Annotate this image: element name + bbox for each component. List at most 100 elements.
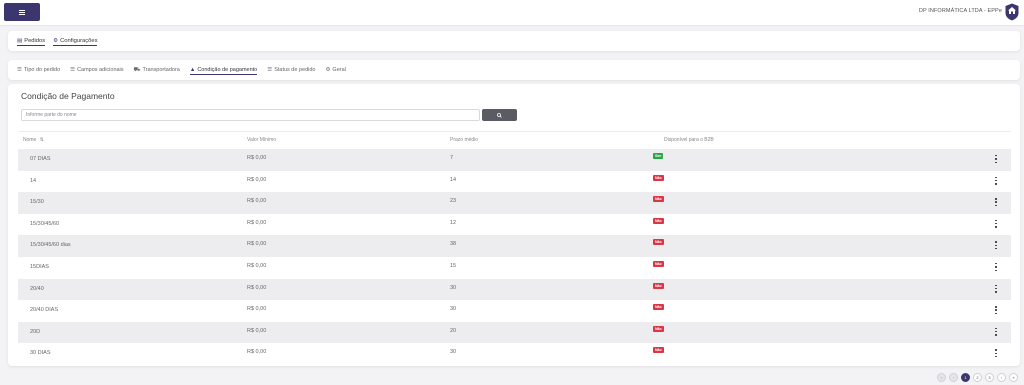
- tab-configuracoes[interactable]: ⚙ Configurações: [53, 31, 98, 51]
- row-actions-icon[interactable]: [994, 155, 998, 163]
- cell-valor-minimo: R$ 0,00: [247, 241, 267, 248]
- status-badge: Não: [653, 304, 664, 311]
- tab-pedidos[interactable]: ▤ Pedidos: [17, 31, 46, 51]
- row-actions-icon[interactable]: [994, 176, 998, 185]
- truck-icon: ⛟: [133, 66, 141, 73]
- page-title: Condição de Pagamento: [21, 91, 115, 101]
- row-actions-icon[interactable]: [994, 327, 998, 336]
- row-actions-icon[interactable]: [994, 219, 998, 228]
- cell-nome: 15/30/45/60 dias: [30, 242, 71, 249]
- document-icon: ▤: [17, 38, 23, 44]
- status-badge: Não: [653, 325, 664, 332]
- pagination: « ‹ 1 2 3 › »: [937, 373, 1018, 382]
- cell-prazo-medio: 23: [450, 198, 457, 205]
- row-actions-icon[interactable]: [994, 241, 998, 250]
- gear-icon: ⚙: [325, 67, 331, 73]
- status-badge: Não: [653, 196, 664, 203]
- page-1-button[interactable]: 1: [961, 373, 970, 382]
- table-row[interactable]: 20D R$ 0,00 20 Não: [18, 321, 1011, 344]
- cell-prazo-medio: 14: [450, 176, 457, 183]
- search-icon: [497, 112, 502, 118]
- table-body: 07 DIAS R$ 0,00 7 Sim 14 R$ 0,00 14 Não 15/30 R$ …: [18, 149, 1011, 365]
- table-row[interactable]: 15/30/45/60 R$ 0,00 12 Não: [18, 214, 1011, 236]
- table-row[interactable]: 15DIAS R$ 0,00 15 Não: [18, 257, 1011, 279]
- sub-tabs-card: ☰ Tipo do pedido ☰ Campos adicionais ⛟ T…: [8, 60, 1020, 80]
- page-3-button[interactable]: 3: [985, 373, 994, 382]
- last-page-button[interactable]: »: [1009, 373, 1018, 382]
- cell-valor-minimo: R$ 0,00: [247, 262, 267, 269]
- column-header-nome[interactable]: Nome ⇅: [23, 137, 44, 143]
- cell-nome: 20D: [30, 328, 41, 335]
- column-header-prazo-medio: Prazo médio: [450, 137, 479, 143]
- cell-prazo-medio: 30: [450, 349, 457, 356]
- tab-label: Status de pedido: [274, 67, 316, 73]
- status-badge: Sim: [653, 153, 664, 159]
- tab-geral[interactable]: ⚙ Geral: [325, 60, 345, 80]
- top-tabs-card: ▤ Pedidos ⚙ Configurações: [8, 31, 1020, 51]
- cell-valor-minimo: R$ 0,00: [247, 284, 267, 291]
- cell-valor-minimo: R$ 0,00: [247, 198, 267, 205]
- prev-page-button[interactable]: ‹: [949, 373, 958, 382]
- first-page-button[interactable]: «: [937, 373, 946, 382]
- column-label: Nome: [23, 137, 37, 143]
- status-badge: Não: [653, 260, 664, 267]
- status-badge: Não: [653, 282, 664, 289]
- column-header-b2b: Disponível para o B2B: [664, 137, 714, 143]
- menu-button[interactable]: [4, 3, 40, 21]
- status-badge: Não: [653, 217, 664, 224]
- cell-nome: 14: [30, 177, 37, 184]
- table-row[interactable]: 20/40 R$ 0,00 30 Não: [18, 278, 1011, 301]
- tab-label: Configurações: [60, 38, 98, 44]
- tab-label: Condição de pagamento: [197, 67, 258, 73]
- tab-label: Transportadora: [142, 67, 180, 73]
- cell-nome: 15/30/45/60: [30, 220, 60, 227]
- tab-transportadora[interactable]: ⛟ Transportadora: [134, 60, 180, 80]
- cell-nome: 15/30: [30, 199, 44, 206]
- cell-nome: 20/40: [30, 285, 44, 292]
- tab-label: Campos adicionais: [77, 67, 124, 73]
- row-actions-icon[interactable]: [994, 284, 998, 293]
- table-row[interactable]: 15/30 R$ 0,00 23 Não: [18, 192, 1011, 214]
- list-icon: ☰: [70, 67, 76, 73]
- tab-status-de-pedido[interactable]: ☰ Status de pedido: [267, 60, 315, 80]
- cell-valor-minimo: R$ 0,00: [247, 349, 267, 356]
- top-tabs: ▤ Pedidos ⚙ Configurações: [8, 31, 1020, 51]
- status-badge: Não: [653, 174, 664, 181]
- cell-prazo-medio: 38: [450, 241, 457, 248]
- house-shield-logo: [1005, 3, 1019, 21]
- cell-prazo-medio: 30: [450, 284, 457, 291]
- search-button[interactable]: [482, 109, 517, 121]
- list-icon: ☰: [17, 67, 22, 73]
- cell-nome: 07 DIAS: [30, 156, 51, 162]
- tab-label: Tipo do pedido: [23, 67, 61, 73]
- main-card: Condição de Pagamento Nome ⇅ Valor Mínim…: [8, 84, 1020, 366]
- table-row[interactable]: 20/40 DIAS R$ 0,00 30 Não: [18, 300, 1011, 322]
- cell-prazo-medio: 7: [450, 155, 454, 161]
- row-actions-icon[interactable]: [994, 198, 998, 207]
- tab-label: Geral: [332, 67, 346, 73]
- status-badge: Não: [653, 239, 664, 246]
- hand-coin-icon: ▲: [189, 67, 196, 73]
- page-2-button[interactable]: 2: [973, 373, 982, 382]
- row-actions-icon[interactable]: [994, 349, 998, 358]
- status-badge: Não: [653, 347, 664, 354]
- table-row[interactable]: 15/30/45/60 dias R$ 0,00 38 Não: [18, 235, 1011, 257]
- table-row[interactable]: 14 R$ 0,00 14 Não: [18, 171, 1011, 193]
- table-header: Nome ⇅ Valor Mínimo Prazo médio Disponív…: [18, 131, 1011, 147]
- row-actions-icon[interactable]: [994, 262, 998, 271]
- table-row[interactable]: 30 DIAS R$ 0,00 30 Não: [18, 343, 1011, 365]
- next-page-button[interactable]: ›: [997, 373, 1006, 382]
- cell-valor-minimo: R$ 0,00: [247, 176, 267, 183]
- row-actions-icon[interactable]: [994, 306, 998, 315]
- cell-valor-minimo: R$ 0,00: [247, 219, 267, 226]
- cell-prazo-medio: 15: [450, 262, 457, 269]
- cell-prazo-medio: 20: [450, 327, 457, 334]
- table-row[interactable]: 07 DIAS R$ 0,00 7 Sim: [18, 149, 1011, 171]
- list-icon: ☰: [267, 67, 273, 73]
- search-input[interactable]: [21, 109, 480, 121]
- top-bar: DP INFORMÁTICA LTDA - EPPe: [0, 0, 1024, 26]
- sort-icon: ⇅: [39, 137, 44, 143]
- tab-condicao-de-pagamento[interactable]: ▲ Condição de pagamento: [189, 60, 258, 80]
- tab-tipo-do-pedido[interactable]: ☰ Tipo do pedido: [17, 60, 60, 80]
- tab-campos-adicionais[interactable]: ☰ Campos adicionais: [70, 60, 123, 80]
